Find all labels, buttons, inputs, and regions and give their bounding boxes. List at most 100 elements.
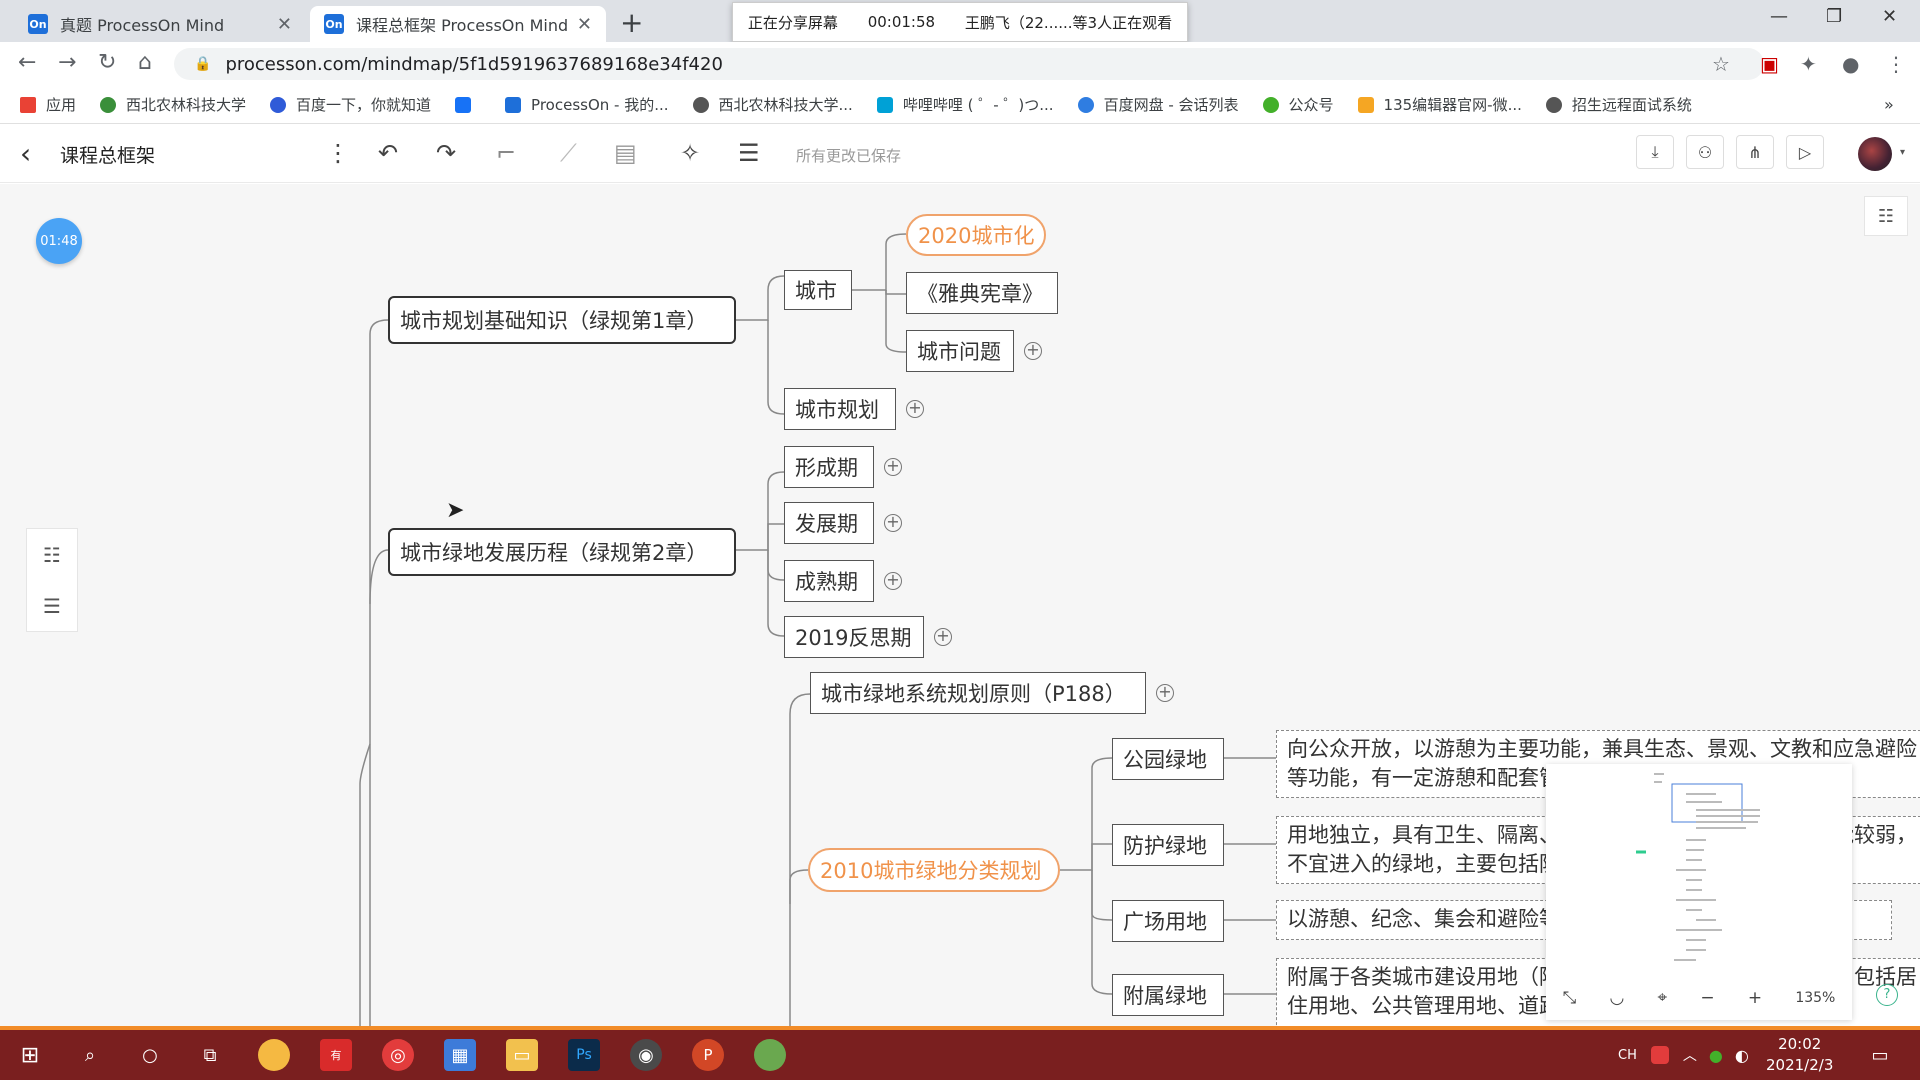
- expand-icon[interactable]: +: [884, 514, 902, 532]
- home-icon[interactable]: ⌂: [138, 50, 152, 75]
- expand-icon[interactable]: +: [1024, 342, 1042, 360]
- connector-icon[interactable]: ⟋: [560, 139, 577, 167]
- help-icon[interactable]: ?: [1876, 984, 1898, 1006]
- bookmark-baidu[interactable]: 百度一下，你就知道: [270, 94, 431, 115]
- windows-start-icon[interactable]: ⊞: [14, 1039, 46, 1071]
- forward-arrow-icon[interactable]: →: [58, 50, 76, 75]
- node-reflection[interactable]: 2019反思期: [784, 616, 924, 658]
- extensions-icon[interactable]: ✦: [1800, 52, 1817, 76]
- magic-style-icon[interactable]: ✧: [680, 139, 700, 167]
- profile-icon[interactable]: ●: [1842, 52, 1859, 76]
- file-explorer-icon[interactable]: ▭: [506, 1039, 538, 1071]
- document-title[interactable]: 课程总框架: [60, 141, 155, 168]
- bookmark-apps[interactable]: 应用: [20, 94, 76, 115]
- qq-icon[interactable]: ◐: [1735, 1046, 1749, 1065]
- minimize-icon[interactable]: —: [1770, 6, 1788, 27]
- calculator-icon[interactable]: ▦: [444, 1039, 476, 1071]
- expand-icon[interactable]: +: [906, 400, 924, 418]
- address-bar[interactable]: 🔒 processon.com/mindmap/5f1d591963768916…: [174, 48, 1764, 80]
- more-menu-icon[interactable]: ⋮: [326, 139, 350, 167]
- collaborate-button[interactable]: ⚇: [1686, 135, 1724, 169]
- pdf-extension-icon[interactable]: ▣: [1760, 52, 1779, 76]
- chevron-down-icon[interactable]: ▾: [1900, 147, 1905, 158]
- zoom-out-icon[interactable]: −: [1700, 988, 1714, 1008]
- tab-course-framework[interactable]: On 课程总框架 ProcessOn Mind ✕: [310, 6, 606, 42]
- new-tab-icon[interactable]: +: [620, 6, 643, 39]
- node-city-problems[interactable]: 城市问题: [906, 330, 1014, 372]
- bookmark-nwafu-2[interactable]: 西北农林科技大学...: [692, 94, 853, 115]
- mindmap-canvas[interactable]: 01:48 ☷ ☰ ☷ 城市规划基础知识（绿规第1章） 城市 2020城市化 《…: [0, 184, 1920, 1030]
- node-attached-green[interactable]: 附属绿地: [1112, 974, 1224, 1016]
- recording-timer[interactable]: 01:48: [36, 218, 82, 264]
- netease-music-icon[interactable]: ◎: [382, 1039, 414, 1071]
- expand-icon[interactable]: +: [884, 458, 902, 476]
- bookmark-bilibili[interactable]: 哔哩哔哩 ( ゜- ゜)つ...: [876, 94, 1054, 115]
- bookmark-baidupan[interactable]: 百度网盘 - 会话列表: [1077, 94, 1239, 115]
- node-classification[interactable]: 2010城市绿地分类规划: [808, 848, 1060, 892]
- fit-screen-icon[interactable]: ⤡: [1563, 988, 1577, 1008]
- eye-closed-icon[interactable]: ◡: [1609, 988, 1624, 1008]
- redo-icon[interactable]: ↷: [436, 139, 456, 167]
- reload-icon[interactable]: ↻: [98, 50, 116, 75]
- node-maturity[interactable]: 成熟期: [784, 560, 874, 602]
- search-icon[interactable]: ⌕: [74, 1039, 106, 1071]
- share-button[interactable]: ⋔: [1736, 135, 1774, 169]
- bookmarks-overflow-icon[interactable]: »: [1884, 95, 1894, 114]
- locate-icon[interactable]: ⌖: [1658, 988, 1668, 1008]
- outline-list-icon[interactable]: ☷: [43, 543, 61, 567]
- system-clock[interactable]: 20:02 2021/2/3: [1766, 1034, 1833, 1076]
- bookmark-processon[interactable]: ProcessOn - 我的...: [505, 94, 669, 115]
- chevron-up-icon[interactable]: ︿: [1683, 1045, 1697, 1065]
- restore-icon[interactable]: ❐: [1826, 6, 1842, 27]
- outline-menu-icon[interactable]: ☰: [43, 594, 61, 618]
- format-painter-icon[interactable]: ⌐: [496, 139, 516, 167]
- avatar[interactable]: [1858, 137, 1892, 171]
- close-icon[interactable]: ✕: [277, 14, 292, 35]
- chrome-icon[interactable]: ◉: [630, 1039, 662, 1071]
- qq-game-icon[interactable]: [258, 1039, 290, 1071]
- sogou-icon[interactable]: [1650, 1046, 1669, 1064]
- structure-settings-icon[interactable]: ☰: [738, 139, 760, 167]
- node-urbanization[interactable]: 2020城市化: [906, 214, 1046, 256]
- wechat-icon[interactable]: ●: [1709, 1046, 1723, 1065]
- bookmark-interview[interactable]: 招生远程面试系统: [1545, 94, 1692, 115]
- bookmark-nwafu[interactable]: 西北农林科技大学: [100, 94, 246, 115]
- powerpoint-icon[interactable]: P: [692, 1039, 724, 1071]
- expand-icon[interactable]: +: [884, 572, 902, 590]
- cortana-icon[interactable]: ○: [134, 1039, 166, 1071]
- app-icon[interactable]: [754, 1039, 786, 1071]
- node-square[interactable]: 广场用地: [1112, 900, 1224, 942]
- summary-icon[interactable]: ▤: [614, 139, 637, 167]
- undo-icon[interactable]: ↶: [378, 139, 398, 167]
- youdao-icon[interactable]: 有: [320, 1039, 352, 1071]
- node-development[interactable]: 发展期: [784, 502, 874, 544]
- node-athens-charter[interactable]: 《雅典宪章》: [906, 272, 1058, 314]
- notification-icon[interactable]: ▭: [1864, 1039, 1896, 1071]
- star-icon[interactable]: ☆: [1712, 52, 1730, 76]
- node-park-green[interactable]: 公园绿地: [1112, 738, 1224, 780]
- node-protective-green[interactable]: 防护绿地: [1112, 824, 1224, 866]
- node-chapter2[interactable]: 城市绿地发展历程（绿规第2章）: [388, 528, 736, 576]
- bookmark-gongzhonghao[interactable]: 公众号: [1262, 94, 1334, 115]
- expand-icon[interactable]: +: [934, 628, 952, 646]
- window-close-icon[interactable]: ✕: [1882, 6, 1897, 27]
- back-icon[interactable]: ‹: [20, 137, 31, 170]
- input-language[interactable]: CH: [1618, 1048, 1637, 1063]
- download-button[interactable]: ⤓: [1636, 135, 1674, 169]
- node-principle[interactable]: 城市绿地系统规划原则（P188）: [810, 672, 1146, 714]
- node-formation[interactable]: 形成期: [784, 446, 874, 488]
- tab-zhenti[interactable]: On 真题 ProcessOn Mind ✕: [14, 6, 306, 42]
- minimap[interactable]: ⤡ ◡ ⌖ − + 135%: [1546, 764, 1852, 1020]
- close-icon[interactable]: ✕: [577, 14, 592, 35]
- expand-icon[interactable]: +: [1156, 684, 1174, 702]
- photoshop-icon[interactable]: Ps: [568, 1039, 600, 1071]
- node-chapter1[interactable]: 城市规划基础知识（绿规第1章）: [388, 296, 736, 344]
- task-view-icon[interactable]: ⧉: [194, 1039, 226, 1071]
- bookmark-zhihu[interactable]: [455, 96, 481, 113]
- back-arrow-icon[interactable]: ←: [18, 50, 36, 75]
- zoom-in-icon[interactable]: +: [1748, 988, 1762, 1008]
- menu-dots-icon[interactable]: ⋮: [1886, 52, 1906, 76]
- node-city[interactable]: 城市: [784, 270, 852, 310]
- style-settings-button[interactable]: ☷: [1864, 196, 1908, 236]
- node-city-planning[interactable]: 城市规划: [784, 388, 896, 430]
